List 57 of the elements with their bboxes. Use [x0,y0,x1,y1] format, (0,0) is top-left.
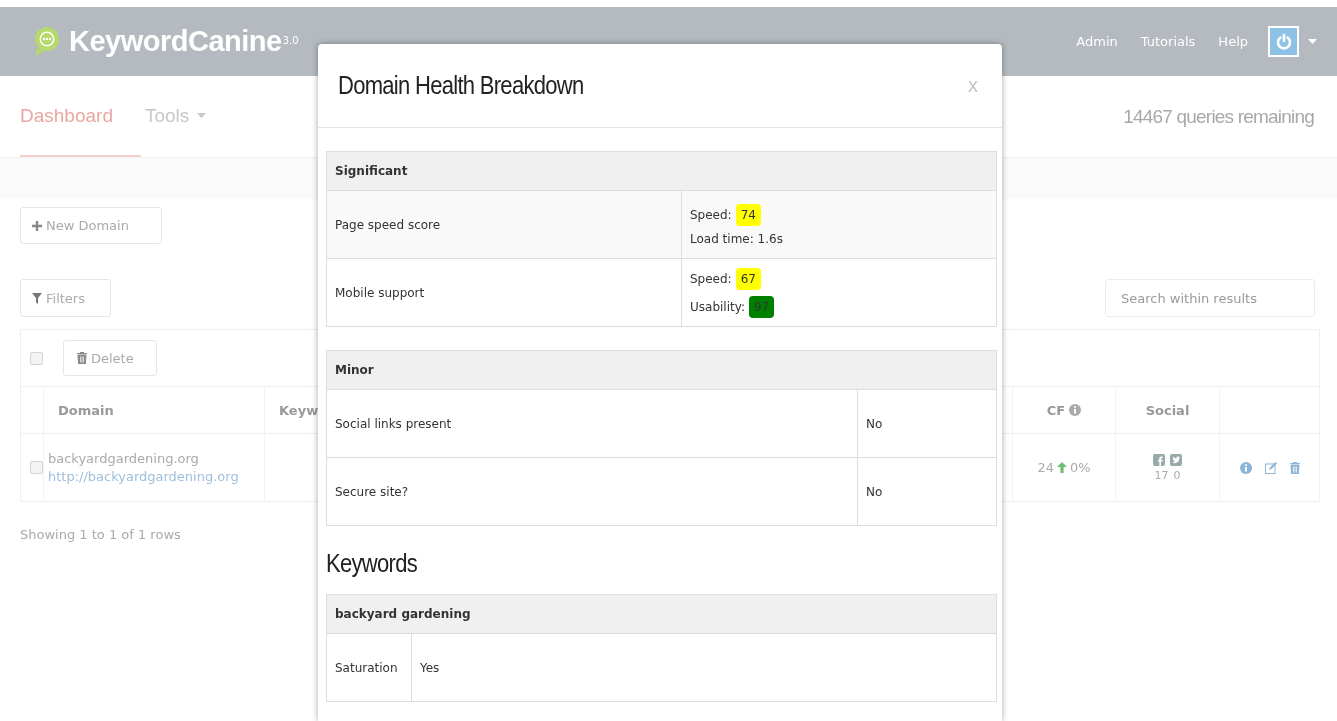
edit-icon [1265,461,1277,474]
facebook-icon [1153,453,1165,466]
speech-bubble-icon [33,25,61,58]
caret-icon [1308,39,1317,44]
metric-value: No [866,484,883,499]
score-badge: 97 [749,295,775,318]
table-cell: 24 [1037,460,1054,475]
metric-value: Load time: 1.6s [690,231,783,246]
metric-label: Page speed score [335,217,442,232]
section-heading: Significant [327,152,996,191]
funnel-icon [32,292,42,304]
power-icon [1274,32,1293,51]
metric-label: Secure site? [335,484,410,499]
checkbox[interactable] [30,461,43,474]
column-header[interactable]: CF [1046,402,1066,418]
search-field[interactable]: Search within results [1105,279,1315,317]
plus-icon [32,220,42,231]
section-heading: backyard gardening [327,595,996,634]
table-footer: Showing 1 to 1 of 1 rows [20,527,1320,542]
section-title: Keywords [326,549,418,578]
metric-label: Mobile support [335,285,426,300]
logo-text[interactable]: KeywordCanine [69,25,282,58]
metric-value: Speed: [690,271,732,286]
new-domain-button[interactable]: New Domain [20,207,162,244]
score-badge: 74 [735,203,761,226]
delete-button[interactable]: Delete [63,340,157,376]
column-header[interactable]: Keyw [279,402,319,418]
nav-link[interactable]: Tutorials [1140,34,1196,49]
domain-link[interactable]: http://backyardgardening.org [48,469,239,484]
metric-value: Yes [420,660,440,675]
info-icon [1240,461,1252,474]
metric-value: Usability: [690,299,745,314]
share-count: 0 [1173,468,1181,482]
nav-link[interactable]: Help [1218,34,1248,49]
section-heading: Minor [327,351,996,390]
close-button[interactable]: x [964,74,982,97]
metric-label: Saturation [335,660,399,675]
modal-title: Domain Health Breakdown [338,71,584,100]
filters-button[interactable]: Filters [20,279,111,317]
column-header[interactable]: Social [1145,402,1190,418]
checkbox[interactable] [30,351,43,365]
version-label: 3.0 [282,35,299,46]
metric-label: Social links present [335,416,453,431]
share-count: 17 [1154,468,1169,482]
nav-link[interactable]: Admin [1076,34,1118,49]
domain-name: backyardgardening.org [48,451,199,466]
trash-icon [77,352,87,364]
queries-remaining: 14467 queries remaining [1123,105,1314,128]
column-header[interactable]: Domain [58,402,114,418]
power-button[interactable] [1268,26,1299,57]
up-arrow-icon [1056,462,1067,473]
trash-icon [1290,461,1300,474]
change-value: 0% [1069,460,1091,475]
score-badge: 67 [735,267,761,290]
metric-value: Speed: [690,207,732,222]
metric-value: No [866,416,883,431]
twitter-icon [1170,453,1182,466]
